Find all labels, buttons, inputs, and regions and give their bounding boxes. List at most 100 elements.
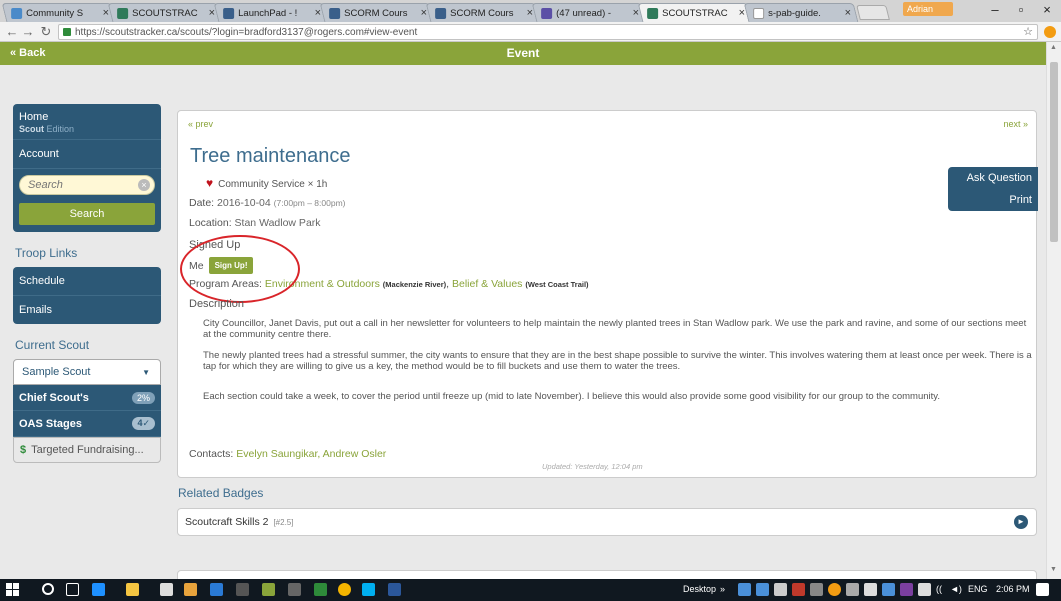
language-indicator[interactable]: ENG [968, 584, 988, 594]
clear-icon[interactable]: × [138, 179, 150, 191]
chevron-right-icon[interactable]: ► [1014, 515, 1028, 529]
sidebar-item-fundraising[interactable]: $ Targeted Fundraising... [13, 437, 161, 463]
launchpad-icon [223, 7, 235, 19]
description-paragraph: Each section could take a week, to cover… [203, 391, 940, 402]
contacts-links[interactable]: Evelyn Saungikar, Andrew Osler [236, 448, 386, 460]
clock[interactable]: 2:06 PM [996, 584, 1030, 594]
profile-badge[interactable]: Adrian [903, 2, 953, 16]
program-area-link[interactable]: Belief & Values [452, 278, 522, 290]
location-value: Stan Wadlow Park [234, 217, 321, 229]
sidebar-item-label: Targeted Fundraising... [31, 444, 144, 456]
dollar-icon: $ [20, 444, 27, 456]
next-link[interactable]: next » [1003, 119, 1028, 129]
task-view-icon[interactable] [66, 583, 79, 596]
tray-icon[interactable] [738, 583, 751, 596]
maximize-icon[interactable]: ▫ [1008, 2, 1034, 17]
extension-icon[interactable] [1044, 26, 1056, 38]
cortana-icon[interactable] [42, 583, 54, 595]
network-icon[interactable] [918, 583, 931, 596]
excel-icon[interactable] [314, 583, 327, 596]
browser-tab[interactable]: (47 unread) - × [531, 3, 647, 22]
tray-icon[interactable] [810, 583, 823, 596]
back-arrow-icon[interactable]: ← [4, 24, 20, 39]
word-icon[interactable] [388, 583, 401, 596]
browser-tab-active[interactable]: SCOUTSTRAC × [637, 3, 753, 22]
app-icon[interactable] [288, 583, 301, 596]
app-icon[interactable] [184, 583, 197, 596]
browser-tab[interactable]: s-pab-guide. × [743, 3, 859, 22]
forward-arrow-icon[interactable]: → [20, 24, 36, 39]
taskbar: Desktop » (( ◄) ENG 2:06 PM [0, 579, 1061, 601]
desktop-label[interactable]: Desktop [683, 584, 716, 594]
sidebar-item-home[interactable]: Home Scout Edition [13, 104, 161, 140]
browser-tab[interactable]: LaunchPad - ! × [213, 3, 329, 22]
scout-select[interactable]: Sample Scout ▼ [13, 359, 161, 385]
wifi-icon[interactable]: (( [936, 584, 942, 594]
new-tab-button[interactable] [856, 5, 890, 20]
windows-start-icon[interactable] [6, 583, 19, 596]
sidebar-item-schedule[interactable]: Schedule [13, 267, 161, 296]
volume-icon[interactable]: ◄) [950, 584, 962, 594]
app-icon[interactable] [262, 583, 275, 596]
tray-icon[interactable] [846, 583, 859, 596]
mail-icon [541, 7, 553, 19]
scroll-up-icon[interactable]: ▲ [1050, 44, 1057, 51]
program-area-tag: (West Coast Trail) [525, 280, 589, 289]
profile-name: Adrian [907, 4, 934, 14]
file-explorer-icon[interactable] [126, 583, 139, 596]
scroll-thumb[interactable] [1050, 62, 1058, 242]
prev-link[interactable]: « prev [188, 119, 213, 129]
browser-tab[interactable]: SCORM Cours × [425, 3, 541, 22]
browser-tab[interactable]: Community S × [1, 3, 117, 22]
tray-icon[interactable] [774, 583, 787, 596]
minimize-icon[interactable]: – [982, 2, 1008, 17]
description-paragraph: The newly planted trees had a stressful … [203, 350, 1032, 372]
browser-tab-strip: Community S × SCOUTSTRAC × LaunchPad - ! × … [0, 0, 1061, 22]
browser-tab[interactable]: SCORM Cours × [319, 3, 435, 22]
search-field: × [19, 175, 155, 195]
notifications-icon[interactable] [1036, 583, 1049, 596]
window-close-icon[interactable]: × [1034, 2, 1060, 17]
heart-icon: ♥ [206, 176, 214, 190]
tab-title: SCORM Cours [344, 7, 408, 19]
badge-row[interactable]: Scoutcraft Skills 2 [#2.5] ► [177, 508, 1037, 536]
chrome-icon[interactable] [338, 583, 351, 596]
annotation-circle [180, 235, 300, 303]
tray-icon[interactable] [864, 583, 877, 596]
sidebar-item-label: Schedule [19, 275, 65, 287]
reload-icon[interactable]: ↻ [38, 24, 54, 40]
app-icon[interactable] [210, 583, 223, 596]
search-button[interactable]: Search [19, 203, 155, 225]
tray-icon[interactable] [828, 583, 841, 596]
close-icon[interactable]: × [845, 7, 851, 19]
scoutstracker-icon [647, 7, 659, 19]
app-icon[interactable] [236, 583, 249, 596]
tray-icon[interactable] [756, 583, 769, 596]
back-link[interactable]: « Back [10, 47, 45, 59]
sidebar-item-label: Emails [19, 304, 53, 316]
onenote-icon[interactable] [900, 583, 913, 596]
tray-icon[interactable] [792, 583, 805, 596]
tab-title: SCORM Cours [450, 7, 514, 19]
tray-icon[interactable] [882, 583, 895, 596]
star-icon[interactable]: ☆ [1023, 25, 1033, 38]
scroll-down-icon[interactable]: ▼ [1050, 566, 1057, 573]
progress-chief-scouts[interactable]: Chief Scout's 2% [13, 385, 161, 411]
date-value: 2016-10-04 [217, 197, 271, 209]
sidebar-item-account[interactable]: Account [13, 140, 161, 169]
page-scrollbar[interactable]: ▲ ▼ [1046, 42, 1061, 579]
event-location: Location: Stan Wadlow Park [189, 217, 321, 229]
url-bar[interactable]: https://scoutstracker.ca/scouts/?login=b… [58, 24, 1038, 40]
search-input[interactable] [20, 176, 130, 194]
progress-oas-stages[interactable]: OAS Stages 4✓ [13, 411, 161, 437]
skype-icon[interactable] [362, 583, 375, 596]
ask-question-button[interactable]: Ask Question [948, 167, 1038, 189]
edge-icon[interactable] [92, 583, 105, 596]
browser-tab[interactable]: SCOUTSTRAC × [107, 3, 223, 22]
sidebar-item-emails[interactable]: Emails [13, 296, 161, 324]
chevron-double-right-icon[interactable]: » [720, 584, 725, 594]
store-icon[interactable] [160, 583, 173, 596]
doc-icon [753, 7, 765, 19]
print-button[interactable]: Print [948, 189, 1038, 211]
updated-timestamp: Updated: Yesterday, 12:04 pm [542, 462, 643, 471]
